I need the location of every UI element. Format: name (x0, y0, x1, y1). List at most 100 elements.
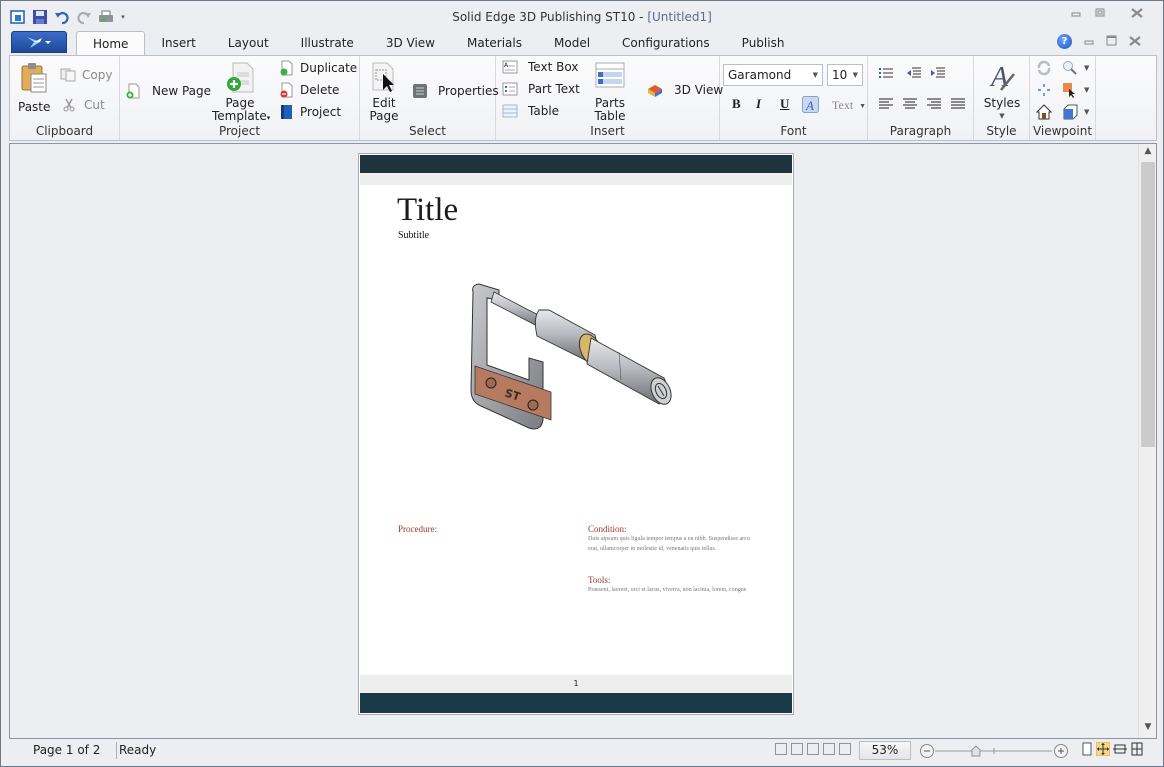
bold-button[interactable]: B (732, 96, 741, 112)
delete-button[interactable]: Delete (278, 82, 339, 98)
home-view-button[interactable] (1036, 104, 1052, 120)
page-template-button[interactable]: Page Template▾ (212, 62, 270, 125)
image-view-icon[interactable] (807, 743, 819, 755)
parts-table-icon (595, 62, 625, 88)
vertical-scrollbar[interactable]: ▲ ▼ (1138, 144, 1156, 738)
scrollbar-thumb[interactable] (1141, 162, 1155, 447)
align-right-button[interactable] (926, 98, 942, 110)
status-bar: Page 1 of 2 Ready 53% (9, 740, 1157, 762)
ribbon-tabs: Home Insert Layout Illustrate 3D View Ma… (76, 31, 801, 56)
cut-button[interactable]: Cut (62, 98, 105, 112)
text-effects-button[interactable]: A (802, 96, 819, 113)
zoom-level[interactable]: 53% (859, 741, 911, 760)
zoom-slider-thumb[interactable] (971, 745, 981, 757)
zoom-view-button[interactable]: ▼ (1062, 60, 1089, 76)
pan-icon[interactable] (1096, 742, 1110, 756)
font-size-dropdown[interactable]: 10 ▼ (827, 64, 863, 86)
italic-button[interactable]: I (756, 96, 761, 112)
align-left-button[interactable] (878, 98, 894, 110)
paste-button[interactable]: Paste (18, 62, 50, 114)
tab-illustrate[interactable]: Illustrate (285, 31, 370, 55)
underline-button[interactable]: U (780, 96, 789, 112)
project-button[interactable]: Project (278, 104, 341, 120)
group-label-paragraph: Paragraph (889, 124, 952, 138)
micrometer-3d-model[interactable]: ST (459, 280, 699, 445)
close-button[interactable] (1131, 8, 1143, 21)
text-box-button[interactable]: A Text Box (502, 60, 578, 74)
minimize-button[interactable] (1071, 8, 1081, 21)
view-orientation-button[interactable]: ▼ (1062, 104, 1089, 120)
tab-home[interactable]: Home (76, 31, 146, 56)
increase-indent-button[interactable] (930, 66, 946, 80)
styles-button[interactable]: A Styles ▼ (982, 60, 1022, 123)
fit-view-button[interactable] (1036, 82, 1052, 98)
tab-insert[interactable]: Insert (145, 31, 211, 55)
document-view-icon[interactable] (839, 743, 851, 755)
3d-view-button[interactable]: 3D View (646, 82, 723, 98)
table-label: Table (528, 104, 560, 118)
document-page[interactable]: Title Subtitle ST Procedure: Condition: … (358, 153, 794, 715)
select-area-icon (1063, 83, 1075, 98)
align-left-icon (879, 98, 893, 109)
condition-heading[interactable]: Condition: (588, 524, 753, 534)
group-paragraph: Paragraph (868, 56, 974, 140)
tab-configurations[interactable]: Configurations (606, 31, 726, 55)
justify-button[interactable] (950, 98, 966, 110)
restore-button[interactable] (1095, 8, 1105, 21)
text-dropdown-button[interactable]: Text ▼ (832, 98, 866, 113)
layout-view-icons (775, 743, 851, 755)
align-center-icon (903, 98, 917, 109)
select-view-button[interactable]: ▼ (1062, 82, 1089, 98)
tab-publish[interactable]: Publish (726, 31, 801, 55)
paste-label: Paste (18, 100, 51, 114)
tools-heading[interactable]: Tools: (588, 575, 753, 585)
status-text: Ready (119, 743, 157, 757)
crosshair-icon[interactable] (823, 743, 835, 755)
grid-view-icon[interactable] (791, 743, 803, 755)
zoom-slider[interactable] (919, 743, 1069, 759)
title-bar: ▾ Solid Edge 3D Publishing ST10 - [Untit… (1, 1, 1163, 31)
scroll-down-icon[interactable]: ▼ (1139, 722, 1157, 736)
doc-maximize-button[interactable] (1106, 35, 1117, 49)
fit-page-icon[interactable] (1130, 742, 1144, 756)
new-page-button[interactable]: New Page (126, 83, 211, 99)
duplicate-button[interactable]: Duplicate (278, 60, 357, 76)
page-title[interactable]: Title (397, 192, 458, 229)
edit-page-button[interactable]: Edit Page (368, 62, 400, 123)
document-canvas[interactable]: Title Subtitle ST Procedure: Condition: … (10, 144, 1138, 738)
table-button[interactable]: Table (502, 104, 559, 118)
page-template-icon (227, 62, 254, 93)
tab-3d-view[interactable]: 3D View (370, 31, 451, 55)
condition-text[interactable]: Duis aipsum quis ligula tempor tempus a … (588, 534, 753, 554)
tab-materials[interactable]: Materials (451, 31, 538, 55)
fit-width-icon[interactable] (1113, 742, 1127, 756)
tab-layout[interactable]: Layout (212, 31, 285, 55)
parts-table-button[interactable]: Parts Table (580, 62, 640, 123)
page-template-label-2: Template▾ (212, 110, 270, 125)
scroll-up-icon[interactable]: ▲ (1139, 146, 1157, 160)
bullets-button[interactable] (878, 66, 894, 80)
decrease-indent-button[interactable] (906, 66, 922, 80)
part-text-button[interactable]: Part Text (502, 82, 580, 96)
application-menu-button[interactable] (11, 31, 67, 53)
page-view-icon[interactable] (1081, 742, 1093, 756)
tab-model[interactable]: Model (538, 31, 606, 55)
font-name-dropdown[interactable]: Garamond ▼ (723, 64, 823, 86)
doc-minimize-button[interactable] (1084, 35, 1094, 49)
page-subtitle[interactable]: Subtitle (398, 230, 429, 241)
align-right-icon (927, 98, 941, 109)
tools-text[interactable]: Praesent, laoreet, orci et lacus, viverr… (588, 585, 753, 595)
properties-button[interactable]: Properties (412, 83, 499, 99)
justify-icon (951, 98, 965, 109)
copy-button[interactable]: Copy (60, 68, 112, 82)
procedure-heading[interactable]: Procedure: (398, 524, 437, 534)
refresh-view-button[interactable] (1036, 60, 1052, 76)
ribbon-tab-row: Home Insert Layout Illustrate 3D View Ma… (1, 31, 1163, 56)
chevron-down-icon: ▼ (999, 112, 1005, 120)
app-window: ▾ Solid Edge 3D Publishing ST10 - [Untit… (0, 0, 1164, 767)
align-center-button[interactable] (902, 98, 918, 110)
help-icon[interactable]: ? (1057, 34, 1072, 49)
group-label-viewpoint: Viewpoint (1032, 124, 1093, 138)
doc-close-button[interactable] (1129, 35, 1141, 49)
single-column-icon[interactable] (775, 743, 787, 755)
